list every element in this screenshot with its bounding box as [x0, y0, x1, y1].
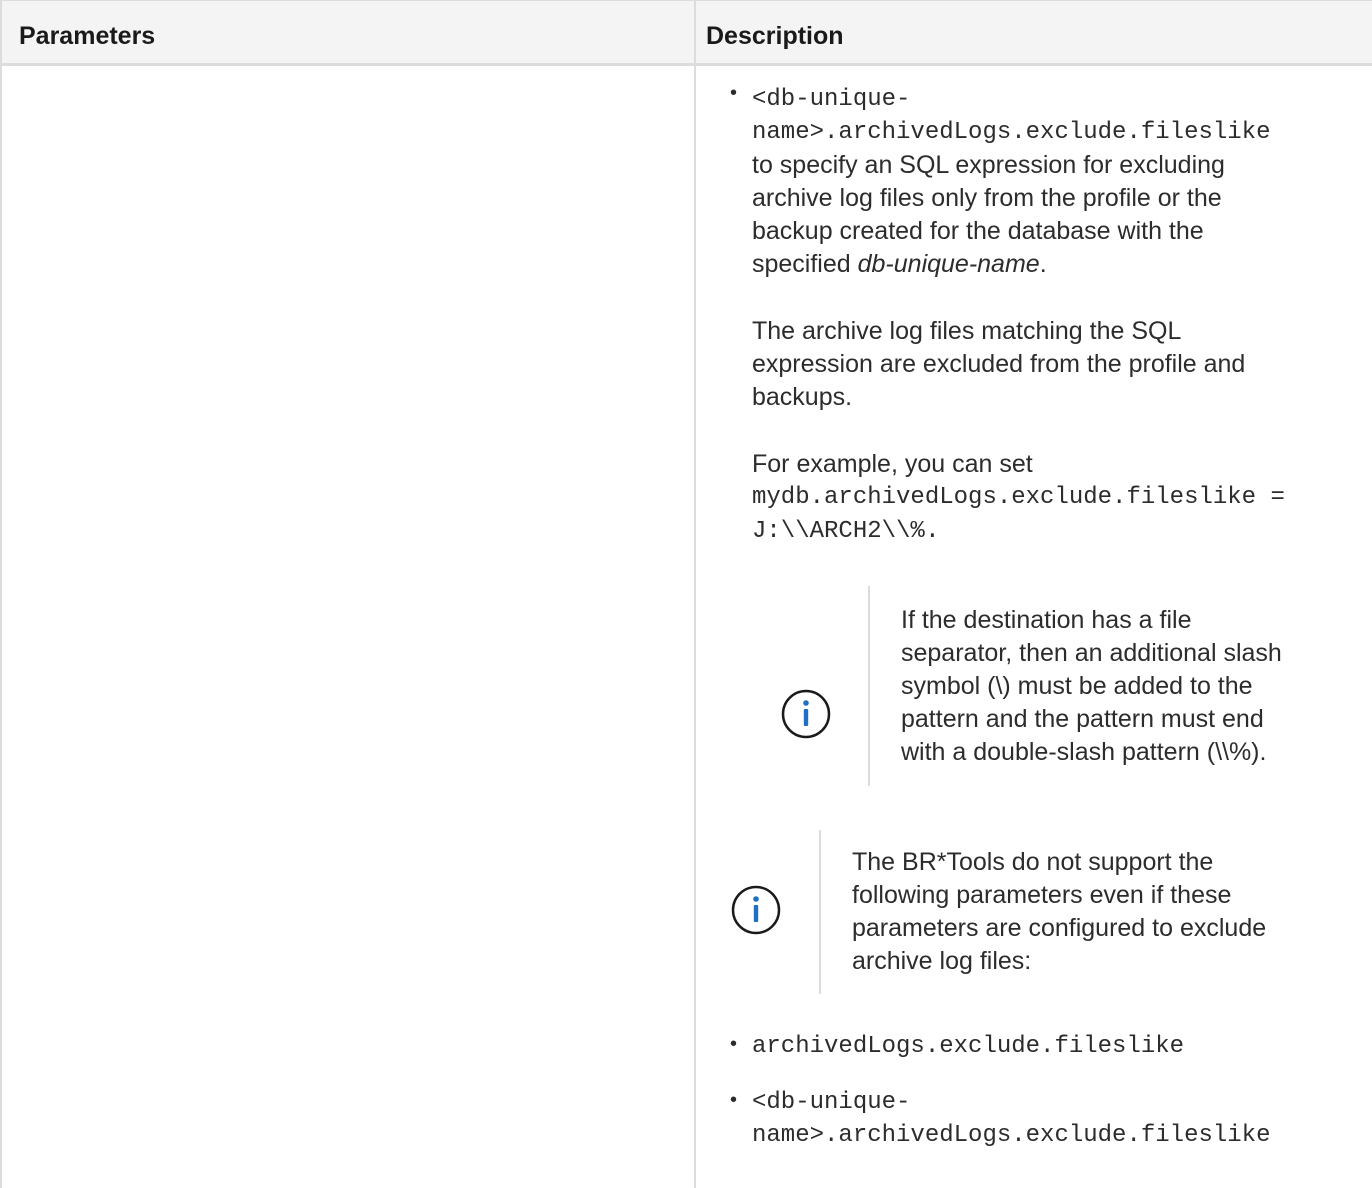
note-line: If the destination has a file: [901, 606, 1192, 634]
bullet-marker: •: [730, 1033, 738, 1055]
note-line: separator, then an additional slash: [901, 639, 1282, 667]
code-example-cont: J:\\ARCH2\\%.: [752, 514, 1372, 548]
item-description-line: to specify an SQL expression for excludi…: [752, 151, 1225, 179]
paragraph-line: backups.: [752, 383, 853, 411]
code-param-name: <db-unique-: [752, 1089, 911, 1116]
note-divider: [868, 586, 870, 786]
note-line: parameters are configured to exclude: [852, 914, 1267, 942]
table-left-border: [0, 0, 2, 1188]
note-admonition: If the destination has a file separator,…: [696, 586, 1372, 786]
item-description-line: specified db-unique-name.: [752, 248, 1372, 281]
italic-db-unique-name: db-unique-name: [857, 250, 1040, 278]
code-param-name: <db-unique-: [752, 86, 911, 113]
paragraph-line: For example, you can set: [752, 450, 1033, 478]
list-item: archivedLogs.exclude.fileslike: [752, 1030, 1372, 1063]
paragraph-excluded: The archive log files matching the SQL e…: [752, 315, 1372, 414]
bullet-marker: •: [730, 82, 738, 104]
code-example: mydb.archivedLogs.exclude.fileslike =: [752, 484, 1285, 511]
paragraph-line: The archive log files matching the SQL: [752, 317, 1182, 345]
header-description: Description: [706, 22, 844, 50]
note-line: following parameters even if these: [852, 881, 1232, 909]
note-line: pattern and the pattern must end: [901, 705, 1264, 733]
paragraph-example: For example, you can set mydb.archivedLo…: [752, 448, 1372, 548]
item-description-line: archive log files only from the profile …: [752, 184, 1222, 212]
note-line: archive log files:: [852, 947, 1032, 975]
text-prefix: specified: [752, 250, 858, 278]
paragraph-line: expression are excluded from the profile…: [752, 350, 1246, 378]
info-icon: [781, 689, 831, 739]
header-parameters: Parameters: [19, 22, 156, 50]
code-param-name: archivedLogs.exclude.fileslike: [752, 1033, 1185, 1060]
note-admonition: The BR*Tools do not support the followin…: [696, 830, 1372, 994]
note-text: If the destination has a file separator,…: [901, 604, 1371, 769]
list-item: <db-unique- name>.archivedLogs.exclude.f…: [752, 1086, 1372, 1152]
parameters-table: Parameters Description • <db-unique- nam…: [0, 0, 1372, 1188]
note-divider: [819, 830, 821, 994]
list-item: <db-unique- name>.archivedLogs.exclude.f…: [752, 83, 1372, 281]
note-line: symbol (\) must be added to the: [901, 672, 1253, 700]
bullet-marker: •: [730, 1089, 738, 1111]
code-param-name-cont: name>.archivedLogs.exclude.fileslike: [752, 119, 1271, 146]
code-example-period: .: [924, 516, 940, 545]
item-description-line: backup created for the database with the: [752, 217, 1204, 245]
text-suffix: .: [1039, 250, 1047, 278]
code-param-name-cont: name>.archivedLogs.exclude.fileslike: [752, 1122, 1271, 1149]
description-cell: • <db-unique- name>.archivedLogs.exclude…: [696, 66, 1372, 1188]
note-text: The BR*Tools do not support the followin…: [852, 846, 1367, 978]
info-icon: [731, 885, 781, 935]
note-line: with a double-slash pattern (\\%).: [901, 738, 1267, 766]
note-line: The BR*Tools do not support the: [852, 848, 1214, 876]
table-header-row: Parameters Description: [0, 0, 1372, 66]
code-example-path: J:\\ARCH2\\%: [752, 518, 925, 545]
